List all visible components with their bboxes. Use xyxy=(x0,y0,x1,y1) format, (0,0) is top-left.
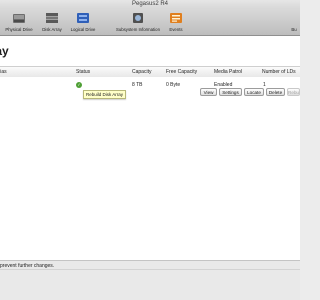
page-title: rray xyxy=(0,44,9,58)
lock-area xyxy=(0,269,300,280)
view-button[interactable]: View xyxy=(200,88,217,96)
rebuild-button[interactable]: Rebu xyxy=(287,88,300,96)
events-icon xyxy=(169,12,183,24)
toolbar-label: Disk Array xyxy=(42,27,62,32)
physical-drive-icon xyxy=(12,12,26,24)
delete-button[interactable]: Delete xyxy=(266,88,285,96)
column-header-free-capacity[interactable]: Free Capacity xyxy=(166,67,197,77)
toolbar-label: Physical Drive xyxy=(5,27,33,32)
toolbar-physical-drive[interactable]: Physical Drive xyxy=(2,11,36,35)
window-title: Pegasus2 R4 xyxy=(131,1,169,7)
toolbar-subsystem-information[interactable]: Subsystem Information xyxy=(112,11,164,35)
column-header-capacity[interactable]: Capacity xyxy=(132,67,151,77)
column-header-status[interactable]: Status xyxy=(76,67,90,77)
toolbar-label: Events xyxy=(169,27,183,32)
column-header-alias[interactable]: ilias xyxy=(0,67,7,77)
toolbar-label: Bu xyxy=(291,27,297,32)
window-titlebar: Pegasus2 R4 xyxy=(0,0,300,9)
toolbar-disk-array[interactable]: Disk Array xyxy=(38,11,66,35)
toolbar-truncated-item[interactable]: Bu xyxy=(288,11,300,35)
toolbar-logical-drive[interactable]: Logical Drive xyxy=(67,11,99,35)
column-header-media-patrol[interactable]: Media Patrol xyxy=(214,67,242,77)
logical-drive-icon xyxy=(76,12,90,24)
cell-free-capacity: 0 Byte xyxy=(166,82,181,88)
toolbar: Physical Drive Disk Array Logical Drive xyxy=(0,9,300,36)
status-text: prevent further changes. xyxy=(0,263,55,269)
toolbar-label: Logical Drive xyxy=(70,27,96,32)
locate-button[interactable]: Locate xyxy=(244,88,264,96)
cell-capacity: 8 TB xyxy=(132,82,143,88)
disk-array-icon xyxy=(45,12,59,24)
toolbar-events[interactable]: Events xyxy=(165,11,187,35)
column-header-number-of-lds[interactable]: Number of LDs xyxy=(262,67,296,77)
settings-button[interactable]: Settings xyxy=(219,88,242,96)
main-content: rray ilias Status Capacity Free Capacity… xyxy=(0,36,300,260)
status-bar: prevent further changes. xyxy=(0,260,300,300)
toolbar-label: Subsystem Information xyxy=(116,27,160,32)
subsystem-info-icon xyxy=(131,12,145,24)
status-ok-icon: ✓ xyxy=(76,82,82,88)
rebuild-disk-array-tooltip: Rebuild Disk Array xyxy=(83,90,127,99)
